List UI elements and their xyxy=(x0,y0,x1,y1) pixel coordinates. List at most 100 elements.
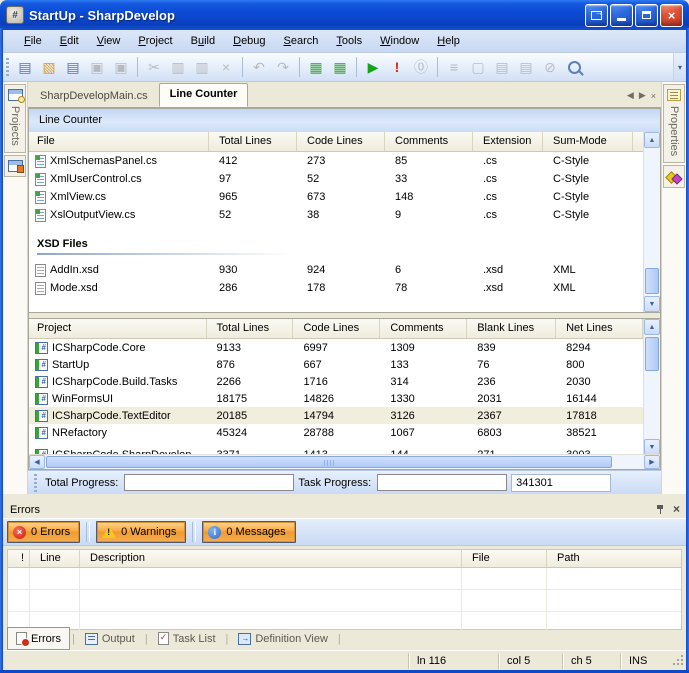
column-header-total-lines[interactable]: Total Lines xyxy=(207,319,294,338)
project-table-scrollbar[interactable]: ▲ ▼ xyxy=(643,319,660,455)
table-row[interactable]: XslOutputView.cs52389.csC-Style xyxy=(29,206,643,224)
column-header-file[interactable]: File xyxy=(462,550,547,567)
table-row[interactable]: XmlSchemasPanel.cs41227385.csC-Style xyxy=(29,152,643,170)
tab-scroll-left-icon[interactable]: ◀ xyxy=(627,90,634,101)
sidebar-tab-properties[interactable]: Properties xyxy=(663,84,685,163)
filter-button-0-warnings[interactable]: 0 Warnings xyxy=(96,521,186,543)
deploy-alt-icon[interactable]: ▤ xyxy=(515,56,537,78)
column-header-description[interactable]: Description xyxy=(80,550,462,567)
table-row[interactable]: XmlView.cs965673148.csC-Style xyxy=(29,188,643,206)
open-file-icon[interactable]: ▧ xyxy=(38,56,60,78)
column-header-path[interactable]: Path xyxy=(547,550,681,567)
column-header-extension[interactable]: Extension xyxy=(473,132,543,151)
sidebar-tab-classes[interactable] xyxy=(4,155,26,177)
scroll-up-icon[interactable]: ▲ xyxy=(644,132,660,148)
menu-item-window[interactable]: Window xyxy=(371,32,428,50)
tab-close-icon[interactable]: × xyxy=(651,91,656,101)
column-header-net-lines[interactable]: Net Lines xyxy=(556,319,643,338)
toolbar-overflow-button[interactable]: ▾ xyxy=(673,53,686,81)
sidebar-tab-toolbox[interactable] xyxy=(663,165,685,188)
table-splitter[interactable] xyxy=(29,312,660,319)
maximize-button[interactable] xyxy=(635,4,658,27)
table-row[interactable]: ICSharpCode.Build.Tasks22661716314236203… xyxy=(29,373,643,390)
disable-icon[interactable]: ⊘ xyxy=(539,56,561,78)
close-button[interactable]: × xyxy=(660,4,683,27)
tab-sharpdevelopmain-cs[interactable]: SharpDevelopMain.cs xyxy=(30,86,158,107)
menu-item-tools[interactable]: Tools xyxy=(327,32,371,50)
run-icon[interactable]: ▶ xyxy=(362,56,384,78)
tool-tab-errors[interactable]: Errors xyxy=(7,627,70,650)
column-header-blank-lines[interactable]: Blank Lines xyxy=(467,319,556,338)
table-row[interactable]: StartUp87666713376800 xyxy=(29,356,643,373)
minimize-button[interactable] xyxy=(610,4,633,27)
column-header-total-lines[interactable]: Total Lines xyxy=(209,132,297,151)
delete-icon[interactable]: × xyxy=(215,56,237,78)
table-row[interactable]: ICSharpCode.TextEditor201851479431262367… xyxy=(29,407,643,424)
file-table-header[interactable]: FileTotal LinesCode LinesCommentsExtensi… xyxy=(29,132,643,152)
menu-item-help[interactable]: Help xyxy=(428,32,469,50)
horizontal-scrollbar[interactable]: ◀ ▶ xyxy=(29,454,660,469)
abort-icon[interactable]: ! xyxy=(386,56,408,78)
menu-item-edit[interactable]: Edit xyxy=(51,32,88,50)
search-icon[interactable] xyxy=(563,56,585,78)
file-table-scrollbar[interactable]: ▲ ▼ xyxy=(643,132,660,312)
scroll-thumb[interactable] xyxy=(46,456,612,468)
toolbar-grip[interactable] xyxy=(6,58,9,76)
title-bar[interactable]: # StartUp - SharpDevelop × xyxy=(0,0,689,30)
column-header-file[interactable]: File xyxy=(29,132,209,151)
save-icon[interactable]: ▣ xyxy=(86,56,108,78)
scroll-thumb[interactable] xyxy=(645,337,659,371)
column-header-project[interactable]: Project xyxy=(29,319,207,338)
table-row[interactable]: Mode.xsd28617878.xsdXML xyxy=(29,279,643,297)
profile-icon[interactable]: ⓪ xyxy=(410,56,432,78)
paste-icon[interactable]: ▥ xyxy=(191,56,213,78)
tab-line-counter[interactable]: Line Counter xyxy=(159,83,249,107)
new-file-icon[interactable]: ▤ xyxy=(14,56,36,78)
column-header-comments[interactable]: Comments xyxy=(380,319,467,338)
table-row[interactable]: AddIn.xsd9309246.xsdXML xyxy=(29,261,643,279)
menu-item-view[interactable]: View xyxy=(88,32,130,50)
scroll-up-icon[interactable]: ▲ xyxy=(644,319,660,335)
progress-grip[interactable] xyxy=(34,474,37,492)
scroll-left-icon[interactable]: ◀ xyxy=(29,455,45,469)
close-icon[interactable]: × xyxy=(673,504,680,515)
filter-button-0-errors[interactable]: 0 Errors xyxy=(7,521,80,543)
filter-button-0-messages[interactable]: 0 Messages xyxy=(202,521,295,543)
undo-icon[interactable]: ↶ xyxy=(248,56,270,78)
deploy-icon[interactable]: ▤ xyxy=(491,56,513,78)
menu-item-debug[interactable]: Debug xyxy=(224,32,274,50)
menu-item-project[interactable]: Project xyxy=(129,32,181,50)
scroll-down-icon[interactable]: ▼ xyxy=(644,439,660,455)
scroll-thumb[interactable] xyxy=(645,268,659,294)
scroll-down-icon[interactable]: ▼ xyxy=(644,296,660,312)
column-header-comments[interactable]: Comments xyxy=(385,132,473,151)
tab-scroll-right-icon[interactable]: ▶ xyxy=(639,90,646,101)
tool-tab-task-list[interactable]: Task List xyxy=(150,628,224,649)
cut-icon[interactable]: ✂ xyxy=(143,56,165,78)
pin-icon[interactable] xyxy=(656,504,665,515)
menu-item-search[interactable]: Search xyxy=(275,32,328,50)
table-row[interactable]: XmlUserControl.cs975233.csC-Style xyxy=(29,170,643,188)
column-header-code-lines[interactable]: Code Lines xyxy=(293,319,380,338)
square-icon[interactable]: ▢ xyxy=(467,56,489,78)
menu-item-build[interactable]: Build xyxy=(182,32,224,50)
table-row[interactable]: NRefactory45324287881067680338521 xyxy=(29,424,643,441)
errors-grid-header[interactable]: !LineDescriptionFilePath xyxy=(8,550,681,568)
column-header-sum-mode[interactable]: Sum-Mode xyxy=(543,132,633,151)
column-header-line[interactable]: Line xyxy=(30,550,80,567)
save-all-icon[interactable]: ▣ xyxy=(110,56,132,78)
comment-region-icon[interactable]: ▦ xyxy=(305,56,327,78)
format-lines-icon[interactable]: ≡ xyxy=(443,56,465,78)
tool-tab-definition-view[interactable]: Definition View xyxy=(230,628,336,649)
open-with-icon[interactable]: ▤ xyxy=(62,56,84,78)
column-header-[interactable]: ! xyxy=(8,550,30,567)
scroll-right-icon[interactable]: ▶ xyxy=(644,455,660,469)
column-header-code-lines[interactable]: Code Lines xyxy=(297,132,385,151)
uncomment-region-icon[interactable]: ▦ xyxy=(329,56,351,78)
sidebar-tab-projects[interactable]: Projects xyxy=(4,84,26,153)
project-table-header[interactable]: ProjectTotal LinesCode LinesCommentsBlan… xyxy=(29,319,643,339)
resize-grip[interactable] xyxy=(672,654,685,668)
menu-item-file[interactable]: File xyxy=(15,32,51,50)
redo-icon[interactable]: ↷ xyxy=(272,56,294,78)
tool-tab-output[interactable]: Output xyxy=(77,628,143,649)
